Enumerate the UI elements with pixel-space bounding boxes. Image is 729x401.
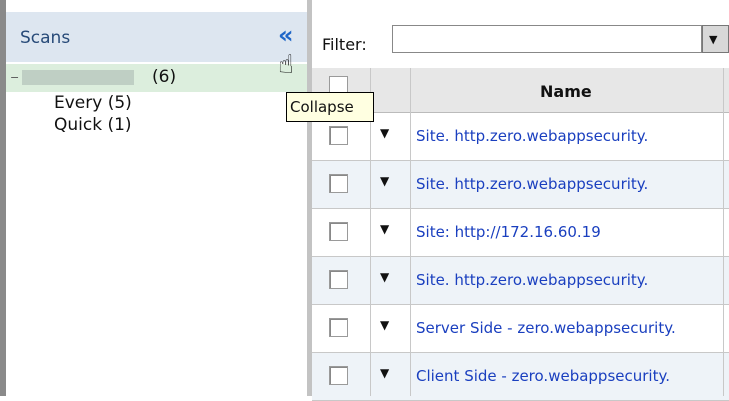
tree-collapse-toggle-icon[interactable]: − [10,71,19,84]
row-menu-arrow-icon[interactable]: ▼ [380,126,389,140]
hand-cursor-icon: ☝ [278,50,294,80]
row-name-link[interactable]: Server Side - zero.webappsecurity. [416,319,722,337]
row-name-link[interactable]: Site. http.zero.webappsecurity. [416,127,722,145]
collapse-tooltip: Collapse [286,92,374,122]
row-name-link[interactable]: Site: http://172.16.60.19 [416,223,722,241]
row-menu-arrow-icon[interactable]: ▼ [380,270,389,284]
filter-label: Filter: [322,35,367,54]
row-checkbox[interactable] [329,126,348,145]
sidebar-header: Scans « [6,12,307,62]
filter-input[interactable] [392,25,702,53]
tree-root-item[interactable]: − (6) [6,64,307,92]
row-checkbox[interactable] [329,366,348,385]
scans-grid: Name ▼ Site. http.zero.webappsecurity. ▼… [312,68,729,401]
table-row[interactable]: ▼ Server Side - zero.webappsecurity. [312,305,729,353]
scans-sidebar: Scans « − (6) Every (5) Quick (1) [6,0,307,396]
row-checkbox[interactable] [329,270,348,289]
tree-item-every[interactable]: Every (5) [54,93,132,113]
row-checkbox[interactable] [329,174,348,193]
tree-item-quick[interactable]: Quick (1) [54,115,132,135]
column-divider [723,68,724,396]
row-checkbox[interactable] [329,222,348,241]
grid-header: Name [312,68,729,113]
row-menu-arrow-icon[interactable]: ▼ [380,318,389,332]
column-divider [410,68,411,396]
table-row[interactable]: ▼ Site. http.zero.webappsecurity. [312,257,729,305]
table-row[interactable]: ▼ Site. http.zero.webappsecurity. [312,161,729,209]
row-name-link[interactable]: Site. http.zero.webappsecurity. [416,175,722,193]
tree-root-count: (6) [152,67,177,87]
column-header-name[interactable]: Name [540,82,592,101]
sidebar-title: Scans [20,28,71,48]
row-checkbox[interactable] [329,318,348,337]
table-row[interactable]: ▼ Client Side - zero.webappsecurity. [312,353,729,401]
row-name-link[interactable]: Client Side - zero.webappsecurity. [416,367,722,385]
filter-dropdown-button[interactable]: ▼ [702,25,729,53]
row-menu-arrow-icon[interactable]: ▼ [380,366,389,380]
row-menu-arrow-icon[interactable]: ▼ [380,174,389,188]
masked-tree-label [22,70,134,85]
collapse-double-chevron-icon[interactable]: « [278,23,294,47]
row-menu-arrow-icon[interactable]: ▼ [380,222,389,236]
table-row[interactable]: ▼ Site. http.zero.webappsecurity. [312,113,729,161]
table-row[interactable]: ▼ Site: http://172.16.60.19 [312,209,729,257]
row-name-link[interactable]: Site. http.zero.webappsecurity. [416,271,722,289]
dropdown-arrow-icon: ▼ [709,33,718,46]
